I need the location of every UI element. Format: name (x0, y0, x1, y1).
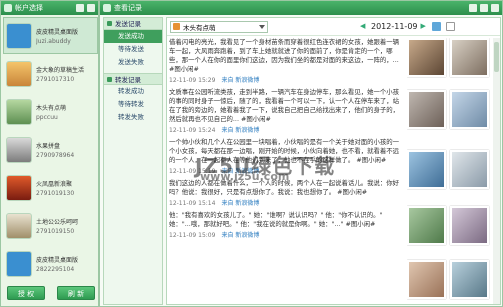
avatar (6, 250, 32, 277)
account-id: 2791017310 (36, 75, 75, 83)
calendar-icon[interactable] (431, 21, 441, 31)
record-text: 文质事在公园听流类孩，走到半路，一辆汽车在身边停车，那么看见，她一个小孩的事的同… (169, 88, 400, 123)
nav-item-repost-success[interactable]: 转发成功 (104, 85, 162, 98)
account-name: 木头有点萌 (36, 104, 67, 112)
nav-item-send-failed[interactable]: 发送失败 (104, 56, 162, 69)
record-source[interactable]: 来自 新浪微博 (221, 126, 259, 135)
chevron-down-icon (259, 24, 265, 29)
record-source[interactable]: 来自 新浪微博 (221, 231, 259, 240)
next-date-icon[interactable]: ▶ (421, 21, 429, 31)
scrollbar-thumb[interactable] (494, 42, 499, 72)
account-item[interactable]: 皮皮精灵桌面版 Juzi.abuddy (3, 17, 98, 54)
record-photo[interactable] (450, 38, 489, 77)
account-window: 帐户选择 皮皮精灵桌面版 Juzi.abuddy 金大象的草稿生活 279101… (0, 0, 99, 307)
record-time: 12-11-09 15:14 (169, 200, 216, 207)
record-text: 他："我有喜欢的女孩儿了。" 她："谁啊？说认识吗？" 他："你不认识的。" 她… (169, 211, 383, 228)
list-item: 文质事在公园听流类孩，走到半路，一辆汽车在身边停车，那么看见，她一个小孩的事的同… (169, 88, 404, 135)
record-photo[interactable] (450, 206, 489, 245)
list-item: 我们这边的人都在做着什么，一个人的时候，两个人在一起说着话儿。我说：你好吗？他说… (169, 179, 404, 208)
record-photo[interactable] (450, 90, 489, 129)
record-photo[interactable] (407, 206, 446, 245)
records-window-title: 查看记录 (114, 4, 142, 12)
avatar (6, 212, 32, 239)
account-id: ppccuu (36, 113, 58, 121)
account-window-titlebar: 帐户选择 (1, 1, 98, 15)
list-item: 他："我有喜欢的女孩儿了。" 她："谁啊？说认识吗？" 他："你不认识的。" 她… (169, 211, 404, 240)
avatar (6, 174, 32, 201)
account-id: 2791019150 (36, 227, 75, 235)
account-item[interactable]: 水果拼盘 2790978964 (3, 131, 98, 168)
nav-item-repost-waiting[interactable]: 等待转发 (104, 98, 162, 111)
minimize-icon[interactable] (76, 4, 84, 12)
options-icon[interactable] (445, 21, 455, 31)
avatar (6, 60, 32, 87)
watermark-url: www.jz5u.com (200, 170, 290, 183)
avatar (6, 98, 32, 125)
account-select[interactable]: 木头有点萌 (170, 20, 268, 33)
record-photo[interactable] (407, 150, 446, 189)
record-time: 12-11-09 15:09 (169, 232, 216, 239)
account-item[interactable]: 土地公公乐呵呵 2791019150 (3, 207, 98, 244)
account-select-value: 木头有点萌 (183, 23, 216, 32)
record-text: 借着闪电的亮光，我看见了一个身材苗条而穿着很红色连衣裙的女孩，她跟着一辆车一起，… (169, 38, 400, 73)
nav-section-send[interactable]: 发送记录 (104, 18, 162, 30)
nav-item-send-waiting[interactable]: 等待发送 (104, 43, 162, 56)
account-name: 皮皮精灵桌面版 (36, 28, 79, 36)
account-item[interactable]: 皮皮精灵桌面版 2822295104 (3, 245, 98, 279)
record-photo[interactable] (450, 260, 489, 299)
record-source[interactable]: 来自 新浪微博 (221, 199, 259, 208)
account-window-title: 帐户选择 (15, 4, 43, 12)
minimize-icon[interactable] (469, 4, 477, 12)
record-photo[interactable] (450, 150, 489, 189)
record-source[interactable]: 来自 新浪微博 (221, 76, 259, 85)
nav-section-repost[interactable]: 转发记录 (104, 73, 162, 85)
date-value[interactable]: 2012-11-09 (371, 22, 418, 31)
records-toolbar: 木头有点萌 ◀ 2012-11-09 ▶ (167, 18, 500, 36)
prev-date-icon[interactable]: ◀ (360, 21, 368, 31)
record-photo[interactable] (407, 90, 446, 129)
record-time: 12-11-09 15:29 (169, 77, 216, 84)
account-name: 水果拼盘 (36, 142, 61, 150)
app-icon (103, 4, 111, 12)
account-list: 皮皮精灵桌面版 Juzi.abuddy 金大象的草稿生活 2791017310 … (3, 17, 98, 279)
refresh-button[interactable]: 刷 新 (57, 286, 95, 300)
list-item: 借着闪电的亮光，我看见了一个身材苗条而穿着很红色连衣裙的女孩，她跟着一辆车一起，… (169, 38, 404, 85)
avatar (6, 136, 32, 163)
nav-item-send-success[interactable]: 发送成功 (104, 30, 162, 43)
account-name: 皮皮精灵桌面版 (36, 256, 79, 264)
records-nav: 发送记录 发送成功 等待发送 发送失败 转发记录 转发成功 等待转发 转发失败 (103, 17, 163, 305)
account-icon (173, 23, 180, 30)
record-photo[interactable] (407, 260, 446, 299)
account-item[interactable]: 金大象的草稿生活 2791017310 (3, 55, 98, 92)
vertical-scrollbar[interactable] (493, 38, 500, 304)
record-images (407, 38, 493, 304)
close-icon[interactable] (87, 4, 95, 12)
account-item[interactable]: 火凤凰新浪聚 2791019130 (3, 169, 98, 206)
account-id: 2822295104 (36, 265, 75, 273)
nav-item-repost-failed[interactable]: 转发失败 (104, 111, 162, 124)
date-picker: ◀ 2012-11-09 ▶ (360, 21, 455, 31)
account-id: Juzi.abuddy (36, 37, 71, 45)
account-name: 土地公公乐呵呵 (36, 218, 79, 226)
avatar (6, 22, 32, 49)
account-id: 2790978964 (36, 151, 75, 159)
records-window-titlebar: 查看记录 (100, 1, 502, 15)
record-time: 12-11-09 15:24 (169, 127, 216, 134)
account-item[interactable]: 木头有点萌 ppccuu (3, 93, 98, 130)
record-photo[interactable] (407, 38, 446, 77)
account-name: 火凤凰新浪聚 (36, 180, 73, 188)
account-name: 金大象的草稿生活 (36, 66, 85, 74)
maximize-icon[interactable] (480, 4, 488, 12)
app-icon (4, 4, 12, 12)
authorize-button[interactable]: 授 权 (7, 286, 45, 300)
close-icon[interactable] (491, 4, 499, 12)
account-id: 2791019130 (36, 189, 75, 197)
